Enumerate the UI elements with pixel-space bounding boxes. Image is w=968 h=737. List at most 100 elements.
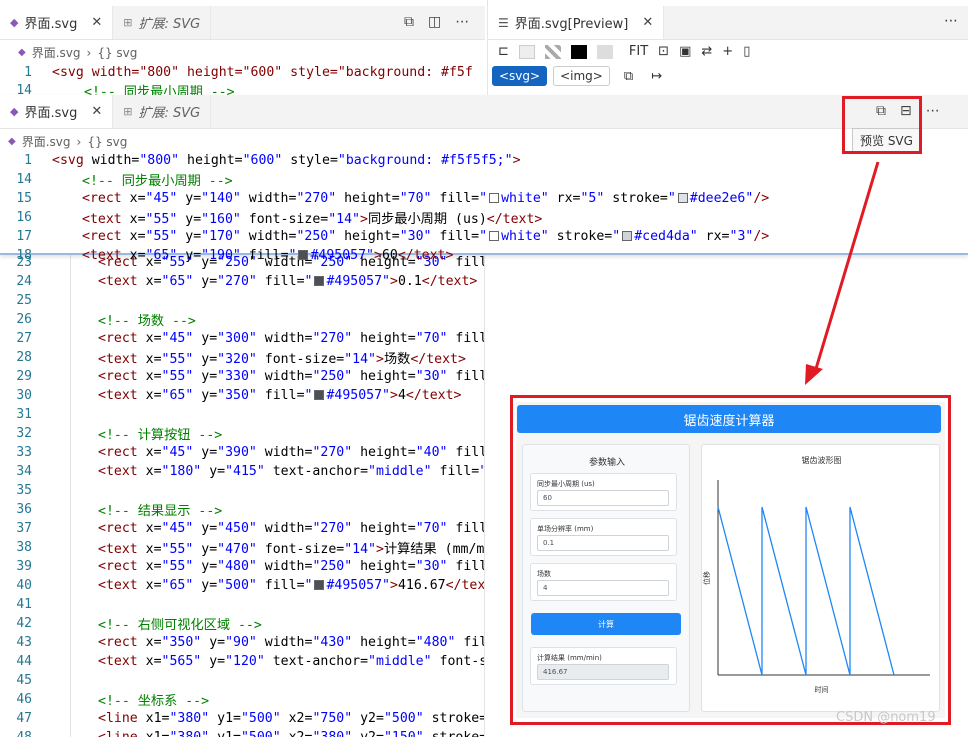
min-period-input[interactable]: 60: [537, 490, 669, 506]
code-line[interactable]: 37 <rect x="45" y="450" width="270" heigh…: [0, 519, 485, 538]
code-line[interactable]: 34 <text x="180" y="415" text-anchor="mid…: [0, 462, 484, 481]
preview-tabbar: ☰ 界面.svg[Preview] ✕: [488, 6, 968, 40]
img-mode-button[interactable]: <img>: [553, 66, 610, 86]
code-line[interactable]: 33 <rect x="45" y="390" width="270" heigh…: [0, 443, 484, 462]
line-number: 44: [16, 654, 32, 669]
resolution-input[interactable]: 0.1: [537, 535, 669, 551]
svg-file-icon: ◆: [10, 105, 19, 118]
code-line[interactable]: 30 <text x="65" y="350" fill=" #495057">4<…: [0, 386, 462, 405]
tab-file-svg-top[interactable]: ◆ 界面.svg ✕: [0, 6, 114, 39]
split-editor-icon[interactable]: ◫: [428, 14, 441, 30]
svg-mode-button[interactable]: <svg>: [492, 66, 548, 86]
tab-file-svg[interactable]: ◆ 界面.svg ✕: [0, 95, 114, 128]
line-number: 39: [16, 559, 32, 574]
code-line[interactable]: 15 <rect x="45" y="140" width="270" heigh…: [0, 189, 769, 208]
code-line[interactable]: 14 <!-- 同步最小周期 -->: [0, 170, 232, 189]
line-number: 35: [16, 483, 32, 498]
line-number: 30: [16, 388, 32, 403]
zoom-fit-icon[interactable]: ⊡: [658, 44, 669, 59]
close-icon[interactable]: ✕: [91, 15, 102, 30]
pin-icon[interactable]: ⊏: [498, 44, 509, 59]
breadcrumb-file[interactable]: 界面.svg: [22, 133, 71, 150]
bg-black-icon[interactable]: [570, 44, 587, 59]
open-preview-icon[interactable]: ⧉: [404, 14, 414, 30]
code-line[interactable]: 35: [0, 481, 98, 500]
code-line[interactable]: 38 <text x="55" y="470" font-size="14">计算…: [0, 538, 484, 557]
copy-icon[interactable]: ⧉: [624, 69, 633, 84]
line-number: 33: [16, 445, 32, 460]
code-text: <text x="180" y="415" text-anchor="middl…: [98, 464, 484, 479]
code-line[interactable]: 1 <svg width="800" height="600" style="b…: [0, 63, 473, 82]
bg-gray-icon[interactable]: [596, 44, 613, 59]
sawtooth-series: [717, 506, 895, 676]
tab-label: 界面.svg: [24, 17, 78, 32]
code-line[interactable]: 16 <text x="55" y="160" font-size="14">同步…: [0, 208, 542, 227]
code-line[interactable]: 45: [0, 671, 98, 690]
code-line[interactable]: 44 <text x="565" y="120" text-anchor="mid…: [0, 652, 484, 671]
breadcrumb-symbol[interactable]: {} svg: [97, 46, 137, 60]
code-line[interactable]: 17 <rect x="55" y="170" width="250" heigh…: [0, 227, 769, 246]
line-number: 46: [16, 692, 32, 707]
code-line[interactable]: 48<line x1="380" y1="500" x2="380" y2="1…: [0, 728, 484, 737]
preview-mode-toolbar: <svg> <img> ⧉ ↦: [492, 66, 662, 86]
breadcrumb-symbol[interactable]: {} svg: [87, 135, 127, 149]
line-number: 25: [16, 293, 32, 308]
code-line[interactable]: 32 <!-- 计算按钮 -->: [0, 424, 222, 443]
tab-preview[interactable]: ☰ 界面.svg[Preview] ✕: [488, 6, 665, 39]
params-title: 参数输入: [588, 458, 625, 468]
code-line[interactable]: 39 <rect x="55" y="480" width="250" heigh…: [0, 557, 484, 576]
line-number: 17: [16, 229, 32, 244]
more-actions-icon[interactable]: ⋯: [926, 103, 940, 119]
breadcrumb-popup: ◆ 界面.svg › {} svg: [8, 133, 127, 150]
more-actions-icon[interactable]: ⋯: [944, 13, 958, 29]
params-panel: 参数输入 同步最小周期 (us) 60 单场分辨率 (mm) 0.1 场数 4 …: [522, 444, 690, 712]
tab-extension-svg-top[interactable]: ⊞ 扩展: SVG: [113, 6, 212, 39]
count-input[interactable]: 4: [537, 580, 669, 596]
more-actions-icon[interactable]: ⋯: [455, 14, 469, 30]
bg-checker-icon[interactable]: [544, 44, 561, 59]
calculate-button[interactable]: 计算: [531, 613, 681, 635]
tab-label: 界面.svg[Preview]: [514, 17, 629, 32]
fit-button[interactable]: FIT: [629, 44, 648, 59]
code-line[interactable]: 41: [0, 595, 98, 614]
code-text: <rect x="45" y="450" width="270" height=…: [98, 521, 485, 536]
main-code-editor[interactable]: 23 <rect x="55" y="250" width="250" heigh…: [0, 253, 485, 737]
code-line[interactable]: 36 <!-- 结果显示 -->: [0, 500, 222, 519]
code-line[interactable]: 29 <rect x="55" y="330" width="250" heigh…: [0, 367, 484, 386]
code-line[interactable]: 1 <svg width="800" height="600" style="ba…: [0, 151, 520, 170]
code-line[interactable]: 26 <!-- 场数 -->: [0, 310, 196, 329]
code-text: <!-- 坐标系 -->: [98, 694, 210, 709]
preview-pane: ☰ 界面.svg[Preview] ✕ ⋯ ⊏ FIT ⊡ ▣ ⇄ + ▯ <s…: [487, 0, 968, 95]
field-label: 计算结果 (mm/min): [537, 654, 602, 662]
code-line[interactable]: 24 <text x="65" y="270" fill=" #495057">0.…: [0, 272, 477, 291]
code-text: <line x1="380" y1="500" x2="750" y2="500…: [98, 711, 484, 726]
export-icon[interactable]: ↦: [651, 69, 662, 84]
code-line[interactable]: 46 <!-- 坐标系 -->: [0, 690, 209, 709]
chart-panel: 锯齿波形图 时间 位移: [701, 444, 940, 712]
code-line[interactable]: 27 <rect x="45" y="300" width="270" heigh…: [0, 329, 484, 348]
panel-icon[interactable]: ▯: [743, 44, 750, 59]
fit-window-icon[interactable]: ▣: [679, 44, 691, 59]
svg-file-icon: ◆: [8, 136, 16, 147]
plus-icon[interactable]: +: [722, 44, 733, 59]
bg-white-icon[interactable]: [518, 44, 535, 59]
code-line[interactable]: 43 <rect x="350" y="90" width="430" heigh…: [0, 633, 484, 652]
code-line[interactable]: 28 <text x="55" y="320" font-size="14">场数…: [0, 348, 466, 367]
code-line[interactable]: 47 <line x1="380" y1="500" x2="750" y2="5…: [0, 709, 484, 728]
code-line[interactable]: 40 <text x="65" y="500" fill=" #495057">41…: [0, 576, 484, 595]
code-text: <text x="65" y="270" fill=" #495057">0.1<…: [98, 274, 478, 289]
code-line[interactable]: 25: [0, 291, 98, 310]
code-text: <!-- 结果显示 -->: [98, 504, 223, 519]
line-number: 14: [16, 172, 32, 187]
code-text: <text x="65" y="350" fill=" #495057">4</t…: [98, 388, 462, 403]
code-text: <text x="65" y="190" fill=" #495057">60</…: [82, 248, 454, 263]
code-line[interactable]: 42 <!-- 右侧可视化区域 -->: [0, 614, 261, 633]
close-icon[interactable]: ✕: [91, 104, 102, 119]
swap-icon[interactable]: ⇄: [701, 44, 712, 59]
close-icon[interactable]: ✕: [642, 15, 653, 30]
code-line[interactable]: 18 <text x="65" y="190" fill=" #495057">60…: [0, 246, 453, 265]
code-line[interactable]: 31: [0, 405, 98, 424]
line-number: 26: [16, 312, 32, 327]
tab-extension-svg[interactable]: ⊞ 扩展: SVG: [113, 95, 212, 128]
breadcrumb-file[interactable]: 界面.svg: [32, 44, 81, 61]
